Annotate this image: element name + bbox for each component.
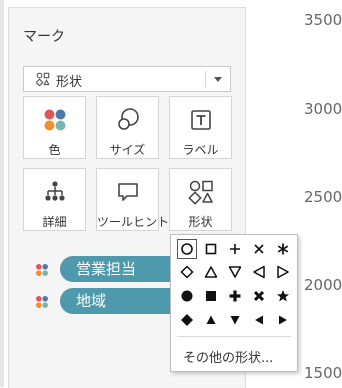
shape-plus-bold[interactable] xyxy=(225,286,245,306)
popup-divider xyxy=(177,336,291,337)
tile-size-label: サイズ xyxy=(109,143,146,157)
shape-triangle-right-filled[interactable] xyxy=(273,310,293,330)
axis-tick-3000: 3000 xyxy=(304,100,342,118)
marks-card-title: マーク xyxy=(23,29,65,45)
color-icon xyxy=(44,109,65,131)
shapes-icon xyxy=(187,180,213,205)
axis-tick-1500: 1500 xyxy=(304,364,342,382)
tile-tooltip-label: ツールヒント xyxy=(97,215,170,229)
tooltip-icon xyxy=(117,183,138,201)
shape-triangle-up-filled[interactable] xyxy=(201,310,221,330)
chevron-down-icon xyxy=(214,77,222,82)
shape-circle-filled[interactable] xyxy=(177,286,197,306)
shape-triangle-left-outline[interactable] xyxy=(249,262,269,282)
dropdown-separator xyxy=(205,71,206,87)
shape-triangle-down-filled[interactable] xyxy=(225,310,245,330)
shape-triangle-down-outline[interactable] xyxy=(225,262,245,282)
shape-triangle-right-outline[interactable] xyxy=(273,262,293,282)
detail-icon xyxy=(44,181,65,201)
shape-square-outline[interactable] xyxy=(201,239,221,259)
shape-triangle-up-outline[interactable] xyxy=(201,262,221,282)
tile-color-label: 色 xyxy=(48,143,61,157)
shape-circle-outline[interactable] xyxy=(177,239,197,259)
axis-tick-3500: 3500 xyxy=(304,11,342,29)
more-shapes-link[interactable]: その他の形状... xyxy=(183,347,273,366)
shape-diamond-outline[interactable] xyxy=(177,262,197,282)
color-icon xyxy=(36,296,48,308)
shape-square-filled[interactable] xyxy=(201,286,221,306)
mark-type-dropdown[interactable]: 形状 xyxy=(23,66,231,92)
tile-detail[interactable]: 詳細 xyxy=(23,168,86,231)
tile-color[interactable]: 色 xyxy=(23,96,86,159)
shape-palette-popup: その他の形状... xyxy=(170,234,298,372)
tile-detail-label: 詳細 xyxy=(42,215,67,229)
tile-shape-label: 形状 xyxy=(188,215,213,229)
shape-plus[interactable] xyxy=(225,239,245,259)
axis-tick-2000: 2000 xyxy=(304,276,342,294)
axis-tick-2500: 2500 xyxy=(304,188,342,206)
shape-asterisk[interactable] xyxy=(273,239,293,259)
shape-diamond-filled[interactable] xyxy=(177,310,197,330)
tile-label-label: ラベル xyxy=(182,143,219,157)
shape-times[interactable] xyxy=(249,239,269,259)
tile-shape[interactable]: 形状 xyxy=(169,168,232,231)
shape-times-bold[interactable] xyxy=(249,286,269,306)
tile-size[interactable]: サイズ xyxy=(96,96,159,159)
left-edge xyxy=(0,0,4,387)
shape-triangle-left-filled[interactable] xyxy=(249,310,269,330)
size-icon xyxy=(117,108,139,130)
label-icon xyxy=(190,110,211,130)
tile-tooltip[interactable]: ツールヒント xyxy=(96,168,170,231)
shapes-icon xyxy=(36,72,50,86)
shape-star-filled[interactable] xyxy=(273,286,293,306)
color-icon xyxy=(36,264,48,276)
mark-type-label: 形状 xyxy=(56,75,83,90)
tile-label[interactable]: ラベル xyxy=(169,96,232,159)
